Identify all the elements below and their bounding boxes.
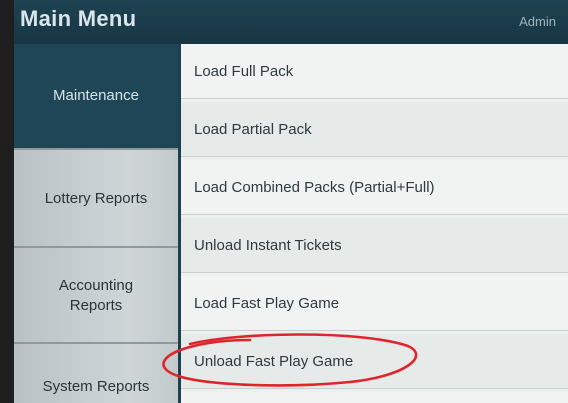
screen-bezel <box>0 0 14 403</box>
menu-list: Load Full Pack Load Partial Pack Load Co… <box>178 44 568 403</box>
menu-item-label: Load Full Pack <box>194 62 294 80</box>
tab-label: Maintenance <box>53 87 139 104</box>
menu-item-label: Unload Fast Play Game <box>194 352 354 370</box>
menu-item-label: Load Combined Packs (Partial+Full) <box>194 178 435 196</box>
tab-accounting-reports[interactable]: Accounting Reports <box>14 246 178 344</box>
menu-item-label: Load Partial Pack <box>194 120 312 138</box>
tab-label: Accounting Reports <box>58 277 134 314</box>
tab-label: System Reports <box>42 378 150 395</box>
tab-label: Lottery Reports <box>44 190 148 207</box>
menu-item-unload-fast-play-game[interactable]: Unload Fast Play Game <box>181 334 568 389</box>
header-bar: Main Menu Admin <box>0 0 568 44</box>
menu-item-partial <box>181 392 568 403</box>
menu-item-load-full-pack[interactable]: Load Full Pack <box>181 44 568 99</box>
tab-lottery-reports[interactable]: Lottery Reports <box>14 148 178 248</box>
menu-item-load-combined-packs[interactable]: Load Combined Packs (Partial+Full) <box>181 160 568 215</box>
screen: Main Menu Admin Maintenance Lottery Repo… <box>0 0 568 403</box>
tab-system-reports[interactable]: System Reports <box>14 342 178 403</box>
side-tabs: Maintenance Lottery Reports Accounting R… <box>14 44 178 403</box>
user-label: Admin <box>519 14 556 29</box>
menu-item-load-fast-play-game[interactable]: Load Fast Play Game <box>181 276 568 331</box>
menu-item-unload-instant-tickets[interactable]: Unload Instant Tickets <box>181 218 568 273</box>
menu-item-load-partial-pack[interactable]: Load Partial Pack <box>181 102 568 157</box>
menu-item-label: Unload Instant Tickets <box>194 236 342 254</box>
page-title: Main Menu <box>20 6 137 31</box>
menu-item-label: Load Fast Play Game <box>194 294 340 312</box>
tab-maintenance[interactable]: Maintenance <box>14 44 178 148</box>
